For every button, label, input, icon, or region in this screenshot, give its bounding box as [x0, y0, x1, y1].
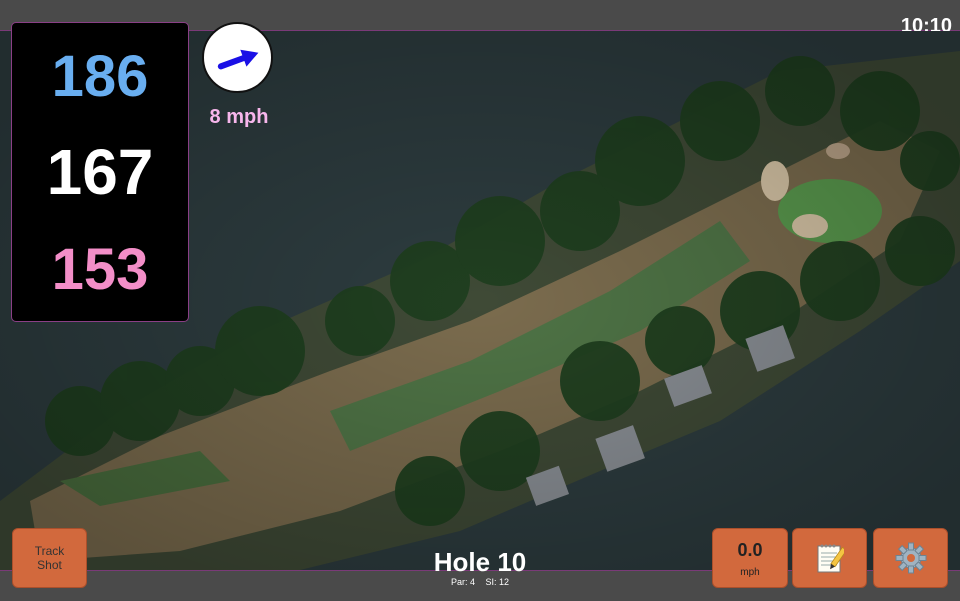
hole-stroke-index: SI: 12	[485, 577, 510, 587]
notepad-icon	[817, 544, 844, 573]
hole-par: Par: 4	[450, 577, 475, 587]
distance-middle: 167	[46, 136, 154, 208]
speed-button[interactable]: 0.0 mph	[712, 528, 788, 588]
wind-direction-indicator[interactable]	[202, 22, 273, 93]
track-shot-button[interactable]: Track Shot	[12, 528, 87, 588]
hole-title: Hole 10	[433, 547, 527, 577]
track-shot-label-line1: Track	[34, 544, 65, 558]
speed-value: 0.0	[737, 540, 763, 560]
hole-meta: Par: 4 SI: 12	[400, 577, 560, 587]
distance-panel: 186 167 153	[11, 22, 189, 322]
distance-back: 186	[51, 44, 149, 109]
track-shot-label-line2: Shot	[37, 558, 62, 572]
gear-icon	[895, 542, 926, 574]
notes-button[interactable]	[792, 528, 867, 588]
speed-unit: mph	[740, 567, 760, 578]
arrow-icon	[217, 49, 258, 69]
settings-button[interactable]	[873, 528, 948, 588]
distance-front: 153	[51, 237, 149, 302]
wind-speed: 8 mph	[209, 106, 269, 128]
